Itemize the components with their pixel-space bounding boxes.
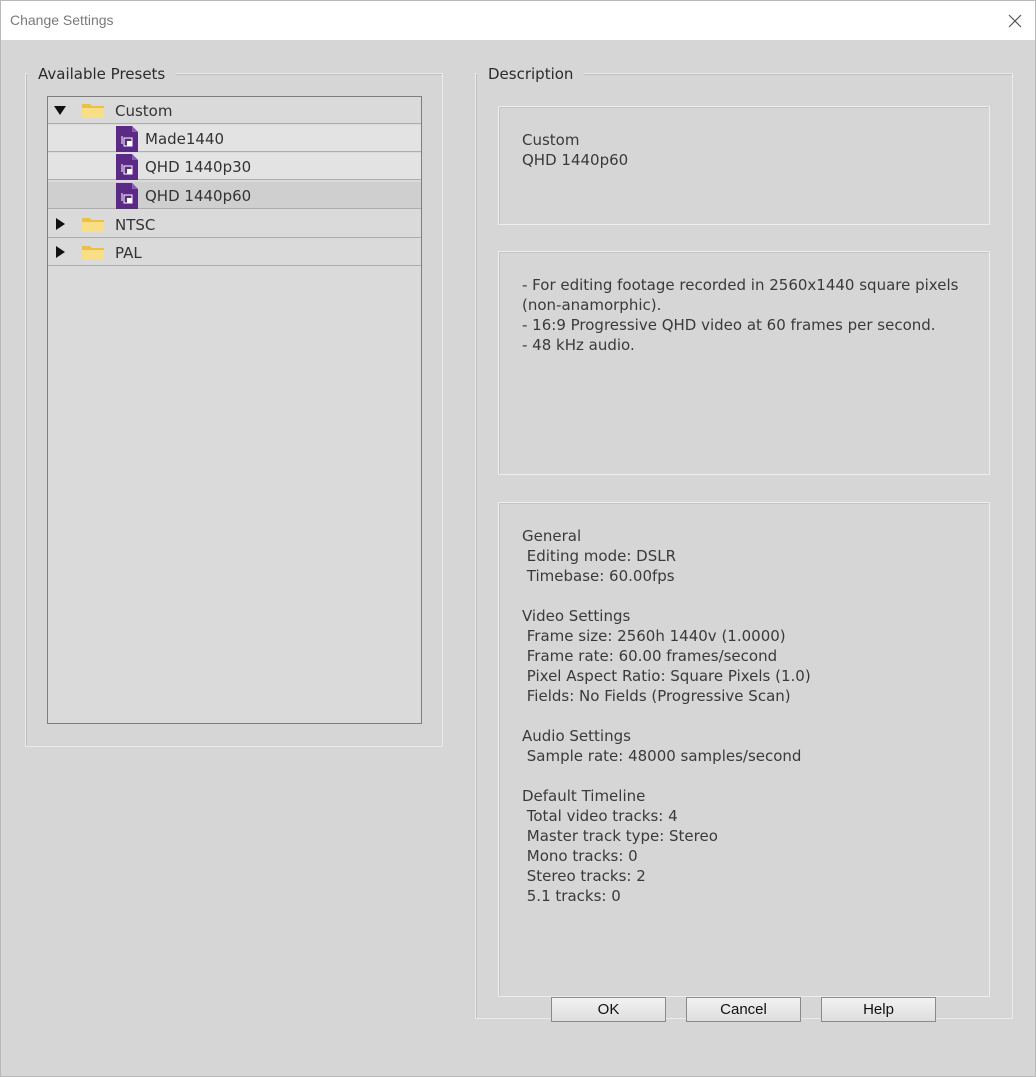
dialog-body: Available Presets Custom Made1440 QHD 14… [1, 40, 1035, 1076]
tree-folder-ntsc[interactable]: NTSC [48, 211, 421, 238]
preset-file-icon [116, 154, 138, 180]
preset-file-icon [116, 126, 138, 152]
change-settings-dialog: Change Settings Available Presets Custom [0, 0, 1036, 1077]
title-bar: Change Settings [1, 1, 1035, 40]
folder-icon [82, 104, 104, 118]
tree-preset-qhd-1440p30[interactable]: QHD 1440p30 [48, 153, 421, 180]
folder-icon [82, 218, 104, 232]
tree-folder-label: PAL [115, 244, 142, 262]
description-details-text: - For editing footage recorded in 2560x1… [522, 276, 959, 354]
tree-preset-qhd-1440p60[interactable]: QHD 1440p60 [48, 182, 421, 209]
close-icon [1008, 14, 1022, 27]
triangle-down-icon[interactable] [54, 104, 66, 116]
cancel-button[interactable]: Cancel [686, 997, 801, 1022]
description-details-panel: - For editing footage recorded in 2560x1… [498, 251, 990, 475]
presets-tree[interactable]: Custom Made1440 QHD 1440p30 QHD 1440p60 … [47, 96, 422, 724]
description-label: Description [477, 65, 585, 83]
tree-folder-label: Custom [115, 102, 173, 120]
tree-preset-made1440[interactable]: Made1440 [48, 125, 421, 152]
description-summary-text: Custom QHD 1440p60 [522, 131, 629, 169]
ok-button[interactable]: OK [551, 997, 666, 1022]
tree-preset-label: Made1440 [145, 130, 225, 148]
settings-summary-panel: General Editing mode: DSLR Timebase: 60.… [498, 502, 990, 997]
tree-folder-pal[interactable]: PAL [48, 239, 421, 266]
tree-preset-label: QHD 1440p30 [145, 158, 252, 176]
tree-folder-label: NTSC [115, 216, 156, 234]
settings-summary-text: General Editing mode: DSLR Timebase: 60.… [522, 527, 811, 905]
window-title: Change Settings [10, 12, 114, 28]
help-button[interactable]: Help [821, 997, 936, 1022]
folder-icon [82, 246, 104, 260]
preset-file-icon [116, 183, 138, 209]
triangle-right-icon[interactable] [54, 246, 66, 258]
available-presets-label: Available Presets [27, 65, 177, 83]
triangle-right-icon[interactable] [54, 218, 66, 230]
close-button[interactable] [995, 1, 1035, 40]
tree-preset-label: QHD 1440p60 [145, 187, 252, 205]
description-summary-panel: Custom QHD 1440p60 [498, 106, 990, 225]
tree-folder-custom[interactable]: Custom [48, 97, 421, 124]
